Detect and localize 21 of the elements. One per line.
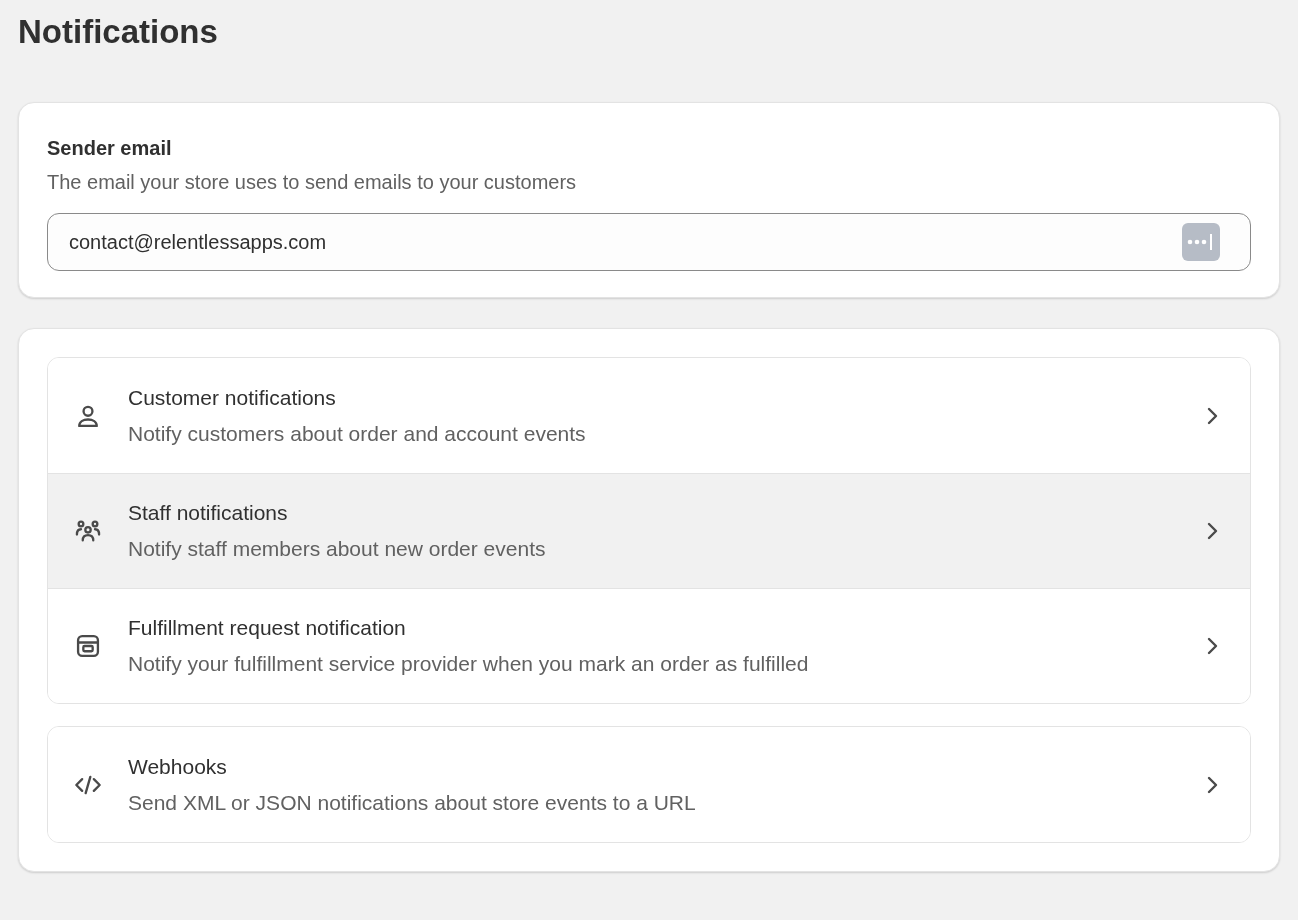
row-title: Customer notifications (128, 384, 336, 411)
page-title: Notifications (18, 12, 218, 52)
chevron-right-icon (1206, 774, 1220, 795)
chevron-right-icon (1206, 636, 1220, 656)
password-manager-icon[interactable] (1182, 223, 1220, 261)
notification-row[interactable]: Fulfillment request notification Notify your fulfillment service provider when you mark an order as fulfilled (48, 588, 1250, 703)
section-title: Sender email (47, 136, 172, 161)
row-description: Notify your fulfillment service provider when you mark an order as fulfilled (128, 651, 809, 677)
notification-row[interactable]: Webhooks Send XML or JSON notifications about store events to a URL (48, 727, 1250, 842)
row-description: Notify customers about order and account events (128, 420, 586, 447)
row-title: Webhooks (128, 753, 227, 780)
row-title: Staff notifications (128, 500, 288, 526)
box-icon (74, 632, 102, 660)
row-description: Send XML or JSON notifications about store events to a URL (128, 789, 696, 816)
chevron-right-icon (1206, 405, 1220, 426)
row-title: Fulfillment request notification (128, 615, 406, 641)
section-description: The email your store uses to send emails to your customers (47, 170, 577, 195)
notification-row[interactable]: Staff notifications Notify staff members about new order events (48, 473, 1250, 588)
row-description: Notify staff members about new order events (128, 536, 546, 562)
chevron-right-icon (1206, 521, 1220, 541)
email-input-field[interactable]: contact@relentlessapps.com (47, 213, 1251, 271)
